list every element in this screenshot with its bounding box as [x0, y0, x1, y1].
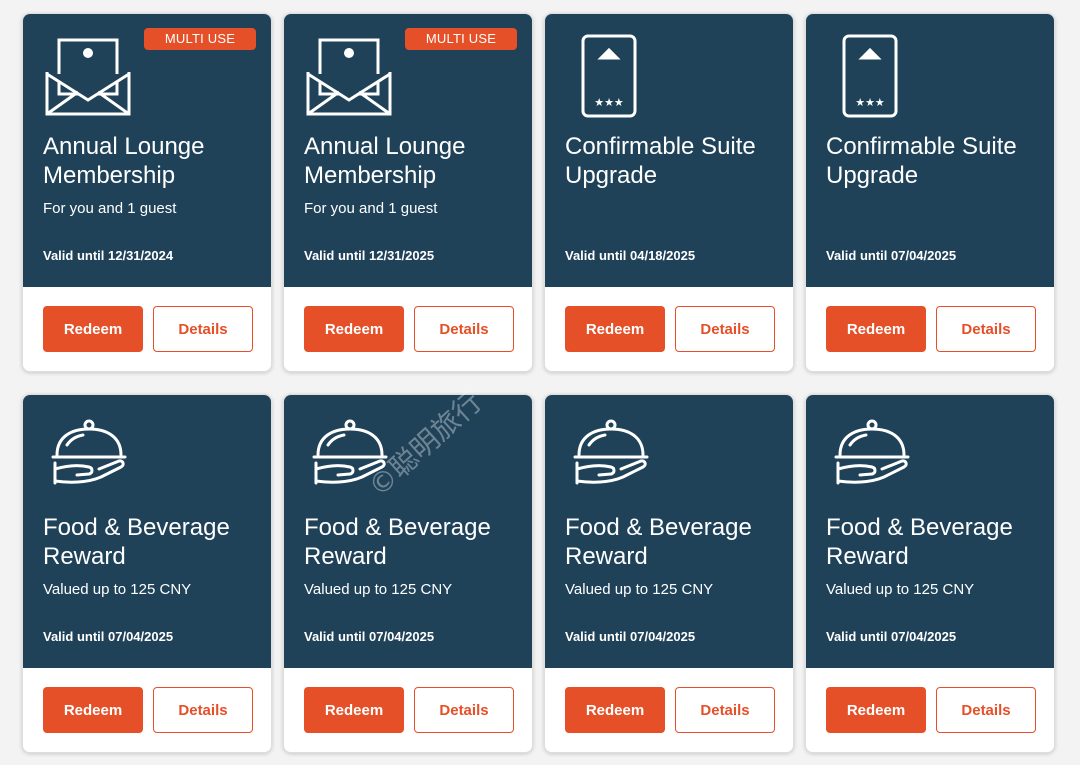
redeem-button[interactable]: Redeem: [826, 306, 926, 352]
reward-actions: Redeem Details: [806, 668, 1054, 752]
redeem-button[interactable]: Redeem: [565, 306, 665, 352]
reward-actions: Redeem Details: [545, 668, 793, 752]
envelope-icon: [304, 34, 394, 124]
details-button[interactable]: Details: [675, 306, 775, 352]
reward-card-4: ★★★ Confirmable Suite Upgrade Valid unti…: [805, 13, 1055, 372]
reward-card-3: ★★★ Confirmable Suite Upgrade Valid unti…: [544, 13, 794, 372]
reward-card-header: MULTI USE Annual Lounge Membership For y…: [284, 14, 532, 287]
rewards-grid: MULTI USE Annual Lounge Membership For y…: [22, 13, 1055, 753]
details-button[interactable]: Details: [936, 306, 1036, 352]
valid-until: Valid until 12/31/2025: [304, 248, 435, 263]
valid-until: Valid until 07/04/2025: [43, 629, 174, 644]
details-button[interactable]: Details: [153, 687, 253, 733]
redeem-button[interactable]: Redeem: [43, 687, 143, 733]
reward-title: Annual Lounge Membership: [43, 133, 205, 189]
reward-title: Food & Beverage Reward: [826, 514, 1013, 570]
redeem-button[interactable]: Redeem: [565, 687, 665, 733]
reward-title: Annual Lounge Membership: [304, 133, 466, 189]
reward-title: Food & Beverage Reward: [304, 514, 491, 570]
reward-card-7: Food & Beverage Reward Valued up to 125 …: [544, 394, 794, 753]
cloche-hand-icon: [565, 415, 655, 505]
details-button[interactable]: Details: [153, 306, 253, 352]
room-keycard-icon: ★★★: [826, 34, 916, 124]
reward-actions: Redeem Details: [23, 287, 271, 371]
valid-until: Valid until 07/04/2025: [826, 248, 957, 263]
svg-text:★★★: ★★★: [594, 96, 624, 109]
envelope-icon: [43, 34, 133, 124]
valid-until: Valid until 07/04/2025: [565, 629, 696, 644]
reward-card-header: Food & Beverage Reward Valued up to 125 …: [284, 395, 532, 668]
reward-card-header: ★★★ Confirmable Suite Upgrade Valid unti…: [806, 14, 1054, 287]
redeem-button[interactable]: Redeem: [304, 306, 404, 352]
reward-title: Confirmable Suite Upgrade: [826, 133, 1017, 189]
cloche-hand-icon: [826, 415, 916, 505]
reward-card-5: Food & Beverage Reward Valued up to 125 …: [22, 394, 272, 753]
reward-actions: Redeem Details: [23, 668, 271, 752]
reward-card-header: ★★★ Confirmable Suite Upgrade Valid unti…: [545, 14, 793, 287]
valid-until: Valid until 04/18/2025: [565, 248, 696, 263]
reward-title: Confirmable Suite Upgrade: [565, 133, 756, 189]
redeem-button[interactable]: Redeem: [43, 306, 143, 352]
redeem-button[interactable]: Redeem: [304, 687, 404, 733]
reward-card-header: Food & Beverage Reward Valued up to 125 …: [806, 395, 1054, 668]
details-button[interactable]: Details: [414, 687, 514, 733]
valid-until: Valid until 07/04/2025: [826, 629, 957, 644]
reward-subtitle: Valued up to 125 CNY: [304, 581, 453, 598]
reward-subtitle: Valued up to 125 CNY: [565, 581, 714, 598]
reward-actions: Redeem Details: [284, 287, 532, 371]
cloche-hand-icon: [43, 415, 133, 505]
reward-card-header: Food & Beverage Reward Valued up to 125 …: [545, 395, 793, 668]
reward-subtitle: For you and 1 guest: [43, 200, 177, 217]
reward-card-8: Food & Beverage Reward Valued up to 125 …: [805, 394, 1055, 753]
room-keycard-icon: ★★★: [565, 34, 655, 124]
reward-actions: Redeem Details: [806, 287, 1054, 371]
reward-card-1: MULTI USE Annual Lounge Membership For y…: [22, 13, 272, 372]
reward-title: Food & Beverage Reward: [565, 514, 752, 570]
rewards-page: MULTI USE Annual Lounge Membership For y…: [0, 0, 1080, 765]
valid-until: Valid until 12/31/2024: [43, 248, 174, 263]
details-button[interactable]: Details: [414, 306, 514, 352]
multi-use-badge: MULTI USE: [405, 28, 517, 50]
reward-card-2: MULTI USE Annual Lounge Membership For y…: [283, 13, 533, 372]
reward-card-header: Food & Beverage Reward Valued up to 125 …: [23, 395, 271, 668]
details-button[interactable]: Details: [675, 687, 775, 733]
reward-subtitle: Valued up to 125 CNY: [43, 581, 192, 598]
reward-subtitle: For you and 1 guest: [304, 200, 438, 217]
details-button[interactable]: Details: [936, 687, 1036, 733]
reward-title: Food & Beverage Reward: [43, 514, 230, 570]
reward-actions: Redeem Details: [545, 287, 793, 371]
reward-subtitle: Valued up to 125 CNY: [826, 581, 975, 598]
multi-use-badge: MULTI USE: [144, 28, 256, 50]
svg-text:★★★: ★★★: [855, 96, 885, 109]
redeem-button[interactable]: Redeem: [826, 687, 926, 733]
reward-actions: Redeem Details: [284, 668, 532, 752]
reward-card-6: Food & Beverage Reward Valued up to 125 …: [283, 394, 533, 753]
valid-until: Valid until 07/04/2025: [304, 629, 435, 644]
reward-card-header: MULTI USE Annual Lounge Membership For y…: [23, 14, 271, 287]
cloche-hand-icon: [304, 415, 394, 505]
